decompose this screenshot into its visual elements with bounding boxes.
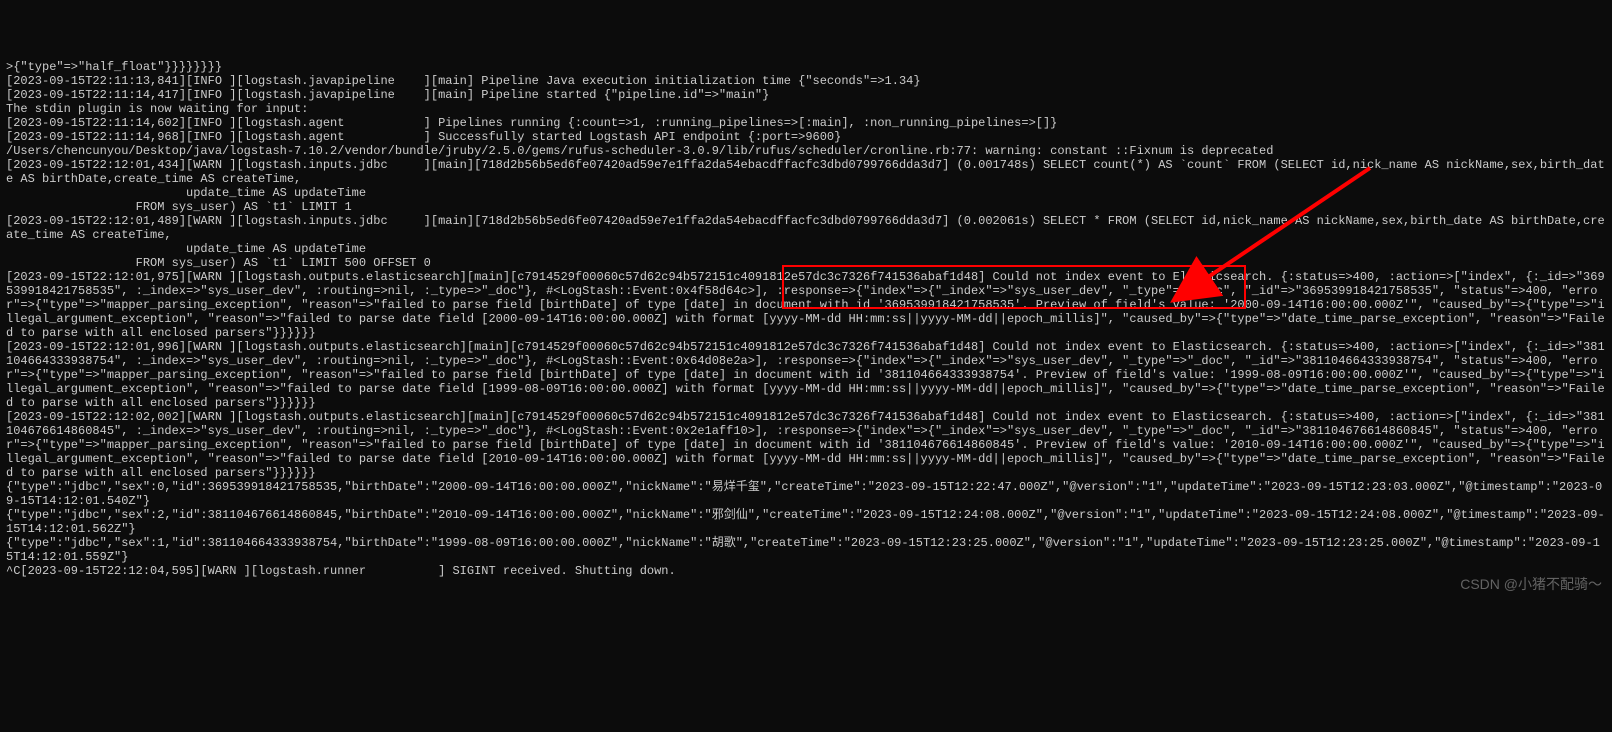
log-line: [2023-09-15T22:11:14,602][INFO ][logstas… bbox=[6, 116, 1606, 130]
log-line: >{"type"=>"half_float"}}}}}}}} bbox=[6, 60, 1606, 74]
log-line: [2023-09-15T22:11:13,841][INFO ][logstas… bbox=[6, 74, 1606, 88]
watermark: CSDN @小猪不配骑～ bbox=[1460, 577, 1602, 591]
log-line: /Users/chencunyou/Desktop/java/logstash-… bbox=[6, 144, 1606, 158]
log-line: {"type":"jdbc","sex":1,"id":381104664333… bbox=[6, 536, 1606, 564]
terminal-output[interactable]: >{"type"=>"half_float"}}}}}}}}[2023-09-1… bbox=[6, 60, 1606, 578]
log-line: ^C[2023-09-15T22:12:04,595][WARN ][logst… bbox=[6, 564, 1606, 578]
log-line: update_time AS updateTime bbox=[6, 242, 1606, 256]
log-line: update_time AS updateTime bbox=[6, 186, 1606, 200]
log-line: [2023-09-15T22:12:01,434][WARN ][logstas… bbox=[6, 158, 1606, 186]
log-line: [2023-09-15T22:11:14,417][INFO ][logstas… bbox=[6, 88, 1606, 102]
log-line: [2023-09-15T22:11:14,968][INFO ][logstas… bbox=[6, 130, 1606, 144]
log-line: [2023-09-15T22:12:02,002][WARN ][logstas… bbox=[6, 410, 1606, 480]
log-line: The stdin plugin is now waiting for inpu… bbox=[6, 102, 1606, 116]
log-line: [2023-09-15T22:12:01,975][WARN ][logstas… bbox=[6, 270, 1606, 340]
log-line: FROM sys_user) AS `t1` LIMIT 500 OFFSET … bbox=[6, 256, 1606, 270]
log-line: {"type":"jdbc","sex":2,"id":381104676614… bbox=[6, 508, 1606, 536]
log-line: FROM sys_user) AS `t1` LIMIT 1 bbox=[6, 200, 1606, 214]
log-line: {"type":"jdbc","sex":0,"id":369539918421… bbox=[6, 480, 1606, 508]
log-line: [2023-09-15T22:12:01,996][WARN ][logstas… bbox=[6, 340, 1606, 410]
log-line: [2023-09-15T22:12:01,489][WARN ][logstas… bbox=[6, 214, 1606, 242]
